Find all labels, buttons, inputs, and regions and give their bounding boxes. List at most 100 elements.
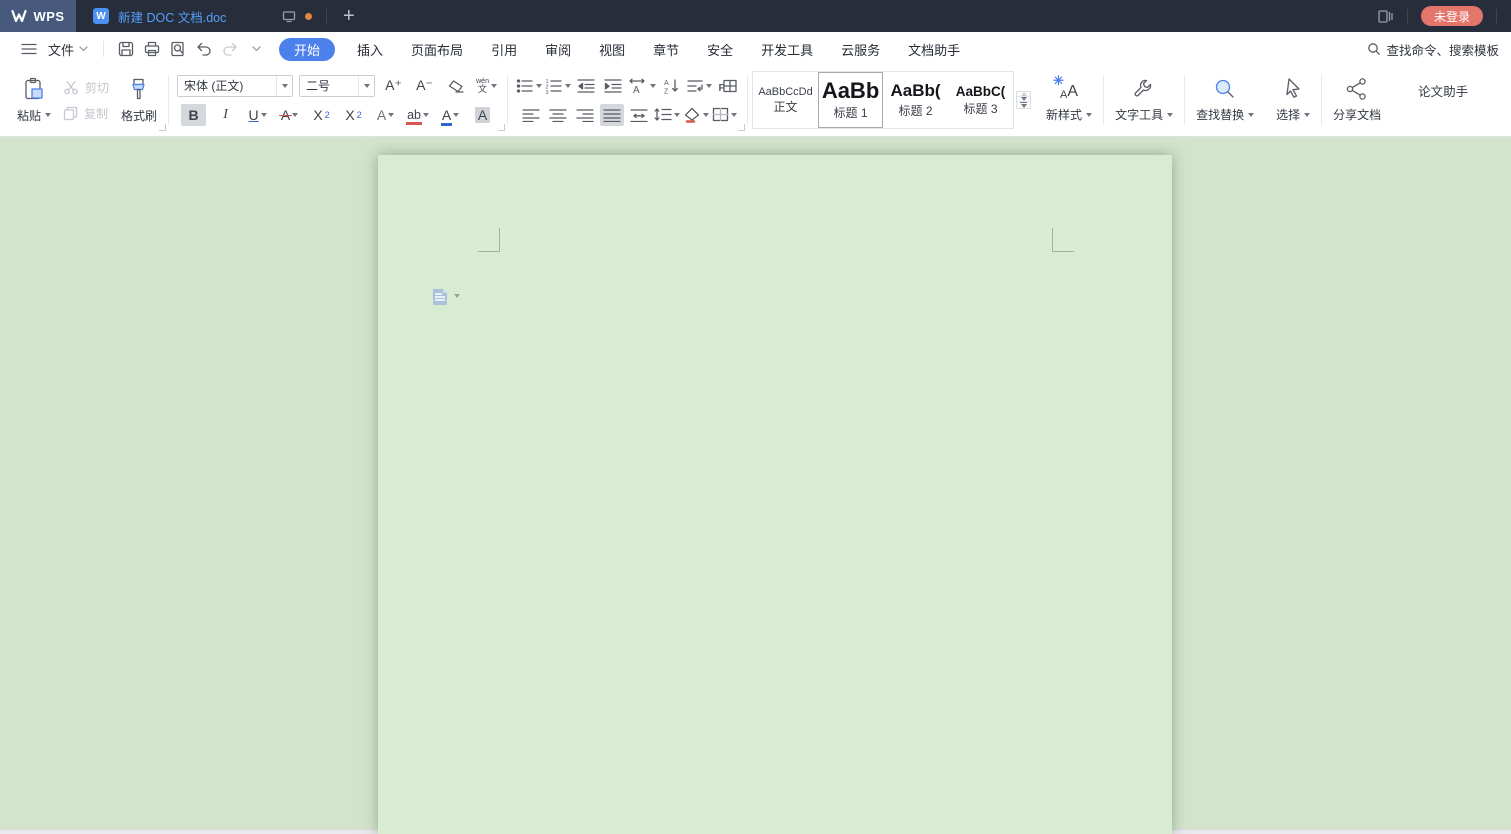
font-dialog-launcher[interactable] xyxy=(498,124,506,131)
cut-button[interactable]: 剪切 xyxy=(63,79,109,96)
text-effects-button[interactable]: A xyxy=(373,104,398,126)
paste-button[interactable]: 粘贴 xyxy=(10,75,58,126)
borders-button[interactable] xyxy=(712,104,737,126)
tab-review[interactable]: 审阅 xyxy=(531,32,585,66)
distribute-button[interactable] xyxy=(627,104,651,126)
format-painter-button[interactable]: 格式刷 xyxy=(114,75,164,126)
style-heading-2[interactable]: AaBb( 标题 2 xyxy=(883,72,948,128)
pinyin-caret xyxy=(490,83,497,88)
styles-gallery-more[interactable] xyxy=(1017,101,1031,109)
strikethrough-button[interactable]: A xyxy=(277,104,302,126)
paste-options-badge[interactable] xyxy=(432,288,460,306)
subscript-button[interactable]: X2 xyxy=(341,104,366,126)
command-search-text: 查找命令、搜索模板 xyxy=(1386,43,1499,58)
increase-indent-button[interactable] xyxy=(601,75,625,97)
tab-view[interactable]: 视图 xyxy=(585,32,639,66)
decrease-indent-button[interactable] xyxy=(574,75,598,97)
underline-caret xyxy=(260,112,267,117)
customize-toolbar-icon[interactable] xyxy=(243,36,269,62)
char-shading-button[interactable]: A xyxy=(470,104,495,126)
cut-label: 剪切 xyxy=(85,80,110,95)
bold-button[interactable]: B xyxy=(181,103,207,126)
clipboard-dialog-launcher[interactable] xyxy=(159,124,167,131)
highlight-color-button[interactable]: ab xyxy=(405,104,431,126)
paragraph-group: 1 2 3 A A Z F xyxy=(508,69,747,131)
file-menu-button[interactable]: 文件 xyxy=(42,40,94,59)
command-search[interactable]: 查找命令、搜索模板 xyxy=(1367,32,1499,66)
increase-font-button[interactable]: A⁺ xyxy=(381,75,406,97)
font-color-button[interactable]: A xyxy=(438,104,463,126)
justify-button[interactable] xyxy=(599,103,624,126)
format-painter-label: 格式刷 xyxy=(121,108,158,123)
align-left-button[interactable] xyxy=(519,104,543,126)
pinyin-guide-button[interactable]: wén 文 xyxy=(474,75,499,97)
font-family-combobox[interactable]: 宋体 (正文) xyxy=(177,74,294,97)
tab-developer[interactable]: 开发工具 xyxy=(747,32,827,66)
tab-insert[interactable]: 插入 xyxy=(343,32,397,66)
login-button[interactable]: 未登录 xyxy=(1420,6,1483,26)
paragraph-settings-button[interactable] xyxy=(686,75,713,97)
save-button[interactable] xyxy=(113,36,139,62)
underline-button[interactable]: U xyxy=(245,104,270,126)
font-size-combobox[interactable]: 二号 xyxy=(299,74,376,97)
shading-button[interactable] xyxy=(683,104,709,126)
print-preview-button[interactable] xyxy=(165,36,191,62)
new-tab-button[interactable]: + xyxy=(327,0,371,32)
font-family-value: 宋体 (正文) xyxy=(184,79,244,93)
find-replace-button[interactable]: 查找替换 xyxy=(1185,69,1265,131)
redo-button[interactable] xyxy=(217,36,243,62)
align-right-button[interactable] xyxy=(573,104,597,126)
italic-button[interactable]: I xyxy=(213,104,238,126)
tab-doc-assistant[interactable]: 文档助手 xyxy=(894,32,974,66)
align-center-icon xyxy=(548,108,567,122)
clipboard-group: 粘贴 剪切 复制 格式刷 xyxy=(6,69,168,131)
share-document-label: 分享文档 xyxy=(1333,108,1382,122)
tab-grid-button[interactable]: F xyxy=(715,75,739,97)
style-normal[interactable]: AaBbCcDd 正文 xyxy=(753,72,818,128)
select-label: 选择 xyxy=(1276,108,1301,122)
numbering-button[interactable]: 1 2 3 xyxy=(545,75,572,97)
borders-caret xyxy=(730,112,737,117)
format-painter-icon xyxy=(132,78,145,99)
align-right-icon xyxy=(575,108,594,122)
undo-button[interactable] xyxy=(191,36,217,62)
char-scaling-button[interactable]: A xyxy=(628,75,657,97)
tab-security[interactable]: 安全 xyxy=(693,32,747,66)
chevron-down-icon xyxy=(79,46,88,52)
copy-button[interactable]: 复制 xyxy=(63,105,109,122)
align-center-button[interactable] xyxy=(546,104,570,126)
style-heading-1[interactable]: AaBb 标题 1 xyxy=(818,72,884,128)
style-heading-3[interactable]: AaBbC( 标题 3 xyxy=(948,72,1013,128)
paragraph-dialog-launcher[interactable] xyxy=(738,124,746,131)
main-menu-icon[interactable] xyxy=(16,36,42,62)
style-name: 正文 xyxy=(773,99,798,114)
text-tools-button[interactable]: 文字工具 xyxy=(1104,69,1184,131)
paper-assistant-button[interactable]: 论文助手 xyxy=(1418,81,1468,100)
tab-cloud-services[interactable]: 云服务 xyxy=(827,32,894,66)
tab-section[interactable]: 章节 xyxy=(639,32,693,66)
new-style-button[interactable]: ✳ A A 新样式 xyxy=(1035,69,1103,131)
line-spacing-button[interactable] xyxy=(654,104,680,126)
clear-format-button[interactable] xyxy=(443,75,468,97)
tab-page-layout[interactable]: 页面布局 xyxy=(397,32,477,66)
bullets-button[interactable] xyxy=(516,75,543,97)
font-group: 宋体 (正文) 二号 A⁺ A⁻ wén 文 B I U A X 2 X 2 A… xyxy=(169,69,507,131)
share-document-button[interactable]: 分享文档 xyxy=(1322,69,1392,131)
select-button[interactable]: 选择 xyxy=(1265,69,1321,131)
wps-home-button[interactable]: WPS xyxy=(0,0,76,32)
styles-gallery: AaBbCcDd 正文 AaBb 标题 1 AaBb( 标题 2 AaBbC( … xyxy=(752,71,1015,129)
tab-references[interactable]: 引用 xyxy=(477,32,531,66)
numbering-caret xyxy=(565,83,572,88)
menubar-separator xyxy=(103,41,105,57)
decrease-font-button[interactable]: A⁻ xyxy=(412,75,437,97)
style-name: 标题 1 xyxy=(833,105,868,120)
wrench-icon xyxy=(1134,79,1152,97)
document-page[interactable] xyxy=(378,155,1172,834)
document-tab[interactable]: W 新建 DOC 文档.doc xyxy=(76,0,326,32)
superscript-button[interactable]: X2 xyxy=(309,104,334,126)
sort-button[interactable]: A Z xyxy=(659,75,683,97)
window-manage-icon[interactable] xyxy=(1363,9,1407,24)
tab-home[interactable]: 开始 xyxy=(279,37,336,61)
print-button[interactable] xyxy=(139,36,165,62)
screen-share-icon[interactable] xyxy=(282,10,296,23)
